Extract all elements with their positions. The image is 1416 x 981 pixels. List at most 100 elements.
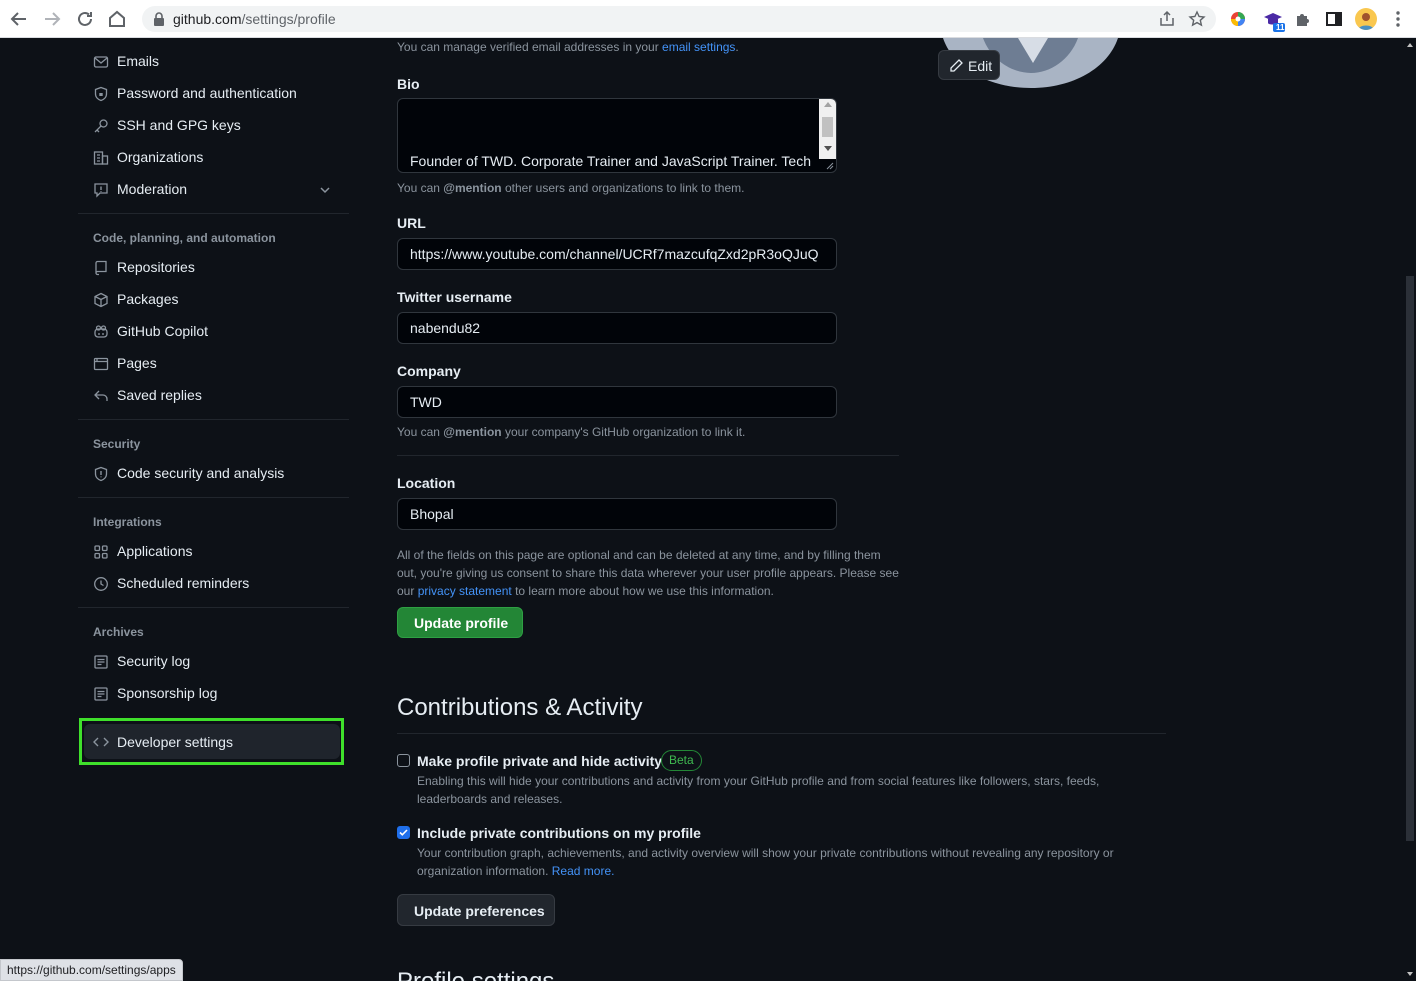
sidebar-item-sponsorship-log[interactable]: Sponsorship log: [80, 679, 346, 709]
clock-icon: [93, 576, 109, 592]
private-profile-checkbox[interactable]: [397, 754, 410, 767]
consent-line-2: out, you're giving us consent to share t…: [397, 566, 899, 580]
organization-icon: [93, 150, 109, 166]
copilot-icon: [93, 324, 109, 340]
sidebar-item-emails[interactable]: Emails: [80, 47, 346, 77]
private-profile-title: Make profile private and hide activity: [417, 753, 663, 769]
include-private-checkbox[interactable]: [397, 826, 410, 839]
twitter-input[interactable]: nabendu82: [397, 312, 837, 344]
sidebar-item-saved-replies[interactable]: Saved replies: [80, 381, 346, 411]
sidebar-divider: [78, 419, 349, 420]
update-preferences-button[interactable]: Update preferences: [397, 894, 555, 926]
sidebar-divider: [78, 213, 349, 214]
scroll-up-arrow-icon[interactable]: [824, 102, 832, 107]
sidebar-item-label: Organizations: [117, 149, 204, 165]
sidebar-item-ssh-keys[interactable]: SSH and GPG keys: [80, 111, 346, 141]
back-arrow-icon[interactable]: [8, 8, 30, 30]
chevron-down-icon[interactable]: [318, 183, 332, 197]
bio-text: Founder of TWD. Corporate Trainer and Ja…: [410, 153, 812, 169]
company-note: You can @mention your company's GitHub o…: [397, 425, 746, 439]
sidebar-divider: [78, 607, 349, 608]
package-icon: [93, 292, 109, 308]
divider: [397, 733, 1166, 734]
sidebar-item-code-security[interactable]: Code security and analysis: [80, 459, 346, 489]
sidebar-item-label: Packages: [117, 291, 179, 307]
forward-arrow-icon[interactable]: [41, 8, 63, 30]
side-panel-icon[interactable]: [1324, 9, 1344, 29]
url-input[interactable]: https://www.youtube.com/channel/UCRf7maz…: [397, 238, 837, 270]
include-private-title: Include private contributions on my prof…: [417, 825, 701, 841]
url-label: URL: [397, 215, 426, 231]
sidebar-item-label: Developer settings: [117, 734, 233, 750]
extension-badge: 11: [1276, 23, 1285, 32]
email-note: You can manage verified email addresses …: [397, 40, 739, 54]
bio-textarea[interactable]: Founder of TWD. Corporate Trainer and Ja…: [397, 98, 837, 173]
graduation-cap-extension-icon[interactable]: 11: [1262, 9, 1285, 32]
scroll-down-arrow-icon[interactable]: [1404, 969, 1416, 979]
scroll-up-arrow-icon[interactable]: [1404, 40, 1416, 50]
sidebar-item-developer-settings[interactable]: Developer settings: [84, 724, 340, 759]
pencil-icon: [948, 58, 964, 74]
sidebar-item-password[interactable]: Password and authentication: [80, 79, 346, 109]
code-icon: [93, 734, 109, 750]
consent-line-1: All of the fields on this page are optio…: [397, 548, 881, 562]
sidebar-divider: [78, 497, 349, 498]
codescan-icon: [93, 466, 109, 482]
address-bar[interactable]: github.com/settings/profile: [142, 6, 1216, 32]
sidebar-section-code: Code, planning, and automation: [93, 231, 276, 245]
scrollbar-thumb[interactable]: [822, 117, 833, 137]
sidebar-item-repositories[interactable]: Repositories: [80, 253, 346, 283]
sidebar-item-copilot[interactable]: GitHub Copilot: [80, 317, 346, 347]
kebab-menu-icon[interactable]: [1392, 9, 1412, 29]
update-profile-button[interactable]: Update profile: [397, 607, 523, 638]
sidebar-item-label: Security log: [117, 653, 191, 669]
puzzle-extensions-icon[interactable]: [1293, 9, 1313, 29]
sidebar-item-applications[interactable]: Applications: [80, 537, 346, 567]
edit-avatar-button[interactable]: Edit: [938, 50, 1000, 80]
color-wheel-extension-icon[interactable]: [1228, 9, 1248, 29]
profile-avatar-icon[interactable]: [1355, 8, 1377, 30]
sidebar-section-archives: Archives: [93, 625, 144, 639]
sidebar-item-organizations[interactable]: Organizations: [80, 143, 346, 173]
sidebar-item-security-log[interactable]: Security log: [80, 647, 346, 677]
shield-lock-icon: [93, 86, 109, 102]
beta-badge: Beta: [661, 750, 702, 771]
sidebar-item-moderation[interactable]: Moderation: [80, 175, 346, 205]
location-input[interactable]: Bhopal: [397, 498, 837, 530]
sidebar-item-label: Emails: [117, 53, 160, 69]
lock-icon[interactable]: [152, 11, 166, 27]
browser-icon: [93, 356, 109, 372]
report-icon: [93, 182, 109, 198]
reload-icon[interactable]: [74, 8, 96, 30]
key-icon: [93, 118, 109, 134]
sidebar-section-security: Security: [93, 437, 141, 451]
divider: [397, 455, 899, 456]
contributions-heading: Contributions & Activity: [397, 694, 643, 721]
location-label: Location: [397, 475, 456, 491]
sidebar-item-label: Saved replies: [117, 387, 202, 403]
resize-grip-icon[interactable]: [824, 160, 834, 170]
company-input[interactable]: TWD: [397, 386, 837, 418]
textarea-scrollbar[interactable]: [819, 99, 836, 159]
reply-icon: [93, 388, 109, 404]
url-text: github.com/settings/profile: [173, 11, 336, 27]
sidebar-item-packages[interactable]: Packages: [80, 285, 346, 315]
scrollbar-thumb[interactable]: [1406, 276, 1414, 841]
home-icon[interactable]: [106, 8, 128, 30]
twitter-label: Twitter username: [397, 289, 512, 305]
email-settings-link[interactable]: email settings: [662, 40, 735, 54]
include-private-desc: Your contribution graph, achievements, a…: [417, 846, 1114, 878]
consent-line-3: our privacy statement to learn more abou…: [397, 584, 774, 598]
sidebar-item-pages[interactable]: Pages: [80, 349, 346, 379]
scroll-down-arrow-icon[interactable]: [824, 146, 832, 151]
private-profile-desc: Enabling this will hide your contributio…: [417, 774, 1100, 806]
log-icon: [93, 654, 109, 670]
read-more-link[interactable]: Read more.: [552, 864, 615, 878]
share-icon[interactable]: [1158, 10, 1176, 28]
bio-note: You can @mention other users and organiz…: [397, 181, 745, 195]
privacy-statement-link[interactable]: privacy statement: [418, 584, 512, 598]
sidebar-item-label: Code security and analysis: [117, 465, 285, 481]
page-scrollbar[interactable]: [1404, 38, 1416, 981]
sidebar-item-scheduled-reminders[interactable]: Scheduled reminders: [80, 569, 346, 599]
bookmark-star-icon[interactable]: [1188, 10, 1206, 28]
